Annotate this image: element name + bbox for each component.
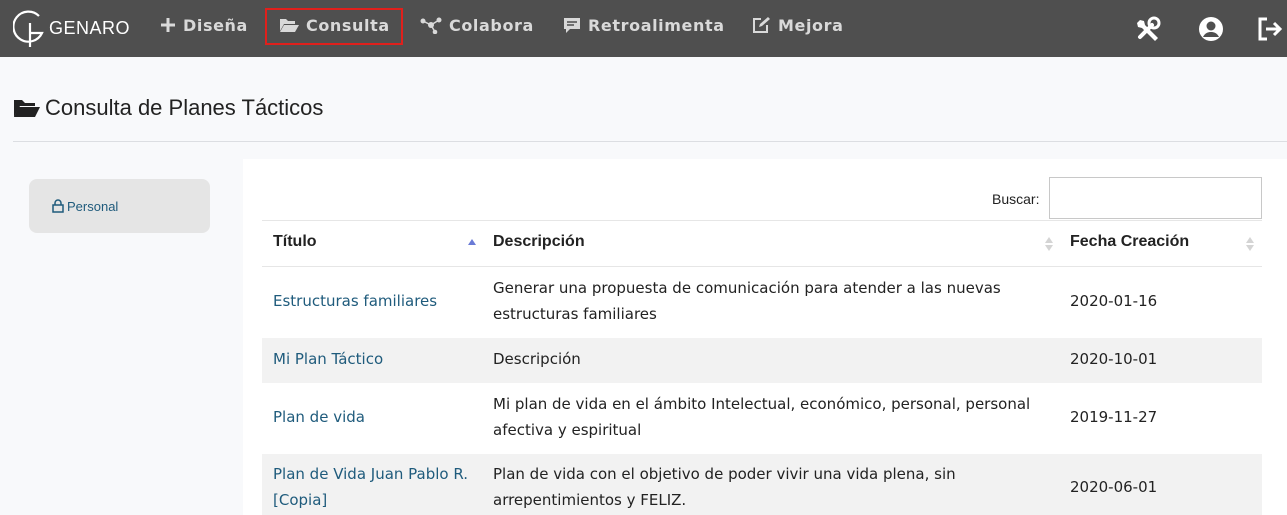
nav-colabora[interactable]: Colabora: [420, 12, 534, 38]
folder-open-icon: [14, 100, 40, 117]
table-row: Mi Plan Táctico Descripción 2020-10-01: [262, 338, 1262, 383]
row-description: estructuras familiares: [493, 305, 657, 323]
row-title-link[interactable]: Mi Plan Táctico: [273, 346, 383, 372]
brand-logo[interactable]: GENARO: [13, 8, 130, 48]
sort-both-icon[interactable]: [1245, 235, 1255, 253]
table-header: Título Descripción Fecha Creación: [262, 220, 1262, 267]
comment-icon: [564, 17, 580, 33]
column-header-descripcion[interactable]: Descripción: [493, 233, 585, 251]
edit-icon: [753, 17, 770, 33]
row-title-link[interactable]: Estructuras familiares: [273, 288, 437, 314]
column-header-titulo[interactable]: Título: [273, 233, 317, 251]
sidebar-item-personal[interactable]: Personal: [29, 179, 210, 233]
tools-icon: [1137, 16, 1161, 41]
genaro-logo-icon: [13, 10, 44, 47]
page-title-text: Consulta de Planes Tácticos: [45, 95, 324, 120]
column-header-fecha[interactable]: Fecha Creación: [1070, 233, 1189, 251]
profile-button[interactable]: [1197, 15, 1225, 43]
top-navbar: GENARO Diseña Consulta Colabora Retroali…: [0, 0, 1287, 57]
table-row: Plan de vida Mi plan de vida en el ámbit…: [262, 383, 1262, 454]
row-title-link[interactable]: Plan de Vida Juan Pablo R.: [273, 461, 468, 487]
row-date: 2020-01-16: [1070, 292, 1158, 310]
table-row: Estructuras familiares Generar una propu…: [262, 267, 1262, 338]
title-divider: [13, 141, 1287, 142]
row-date: 2020-10-01: [1070, 350, 1158, 368]
search-label: Buscar:: [992, 191, 1040, 207]
nav-active-highlight: [265, 8, 403, 45]
row-description: afectiva y espiritual: [493, 421, 642, 439]
row-description: arrepentimientos y FELIZ.: [493, 491, 687, 509]
row-date: 2020-06-01: [1070, 478, 1158, 496]
nav-colabora-label: Colabora: [449, 15, 534, 35]
row-title-link[interactable]: Plan de vida: [273, 404, 365, 430]
search-input[interactable]: [1049, 177, 1262, 219]
user-circle-icon: [1199, 17, 1223, 41]
share-nodes-icon: [420, 17, 442, 34]
lock-icon: [52, 199, 64, 213]
plus-icon: [161, 18, 175, 32]
row-date: 2019-11-27: [1070, 408, 1158, 426]
nav-mejora[interactable]: Mejora: [752, 12, 844, 38]
logout-button[interactable]: [1256, 15, 1284, 43]
sort-both-icon[interactable]: [1044, 235, 1054, 253]
row-description: Plan de vida con el objetivo de poder vi…: [493, 465, 956, 483]
page-title: Consulta de Planes Tácticos: [13, 94, 323, 122]
nav-disena-label: Diseña: [183, 15, 248, 35]
nav-mejora-label: Mejora: [778, 15, 844, 35]
nav-retroalimenta[interactable]: Retroalimenta: [563, 12, 725, 38]
sort-asc-icon[interactable]: [467, 235, 477, 253]
settings-button[interactable]: [1135, 15, 1163, 43]
plans-table: Título Descripción Fecha Creación Estruc…: [262, 220, 1262, 515]
row-description: Mi plan de vida en el ámbito Intelectual…: [493, 395, 1031, 413]
nav-retroalimenta-label: Retroalimenta: [588, 15, 725, 35]
table-row: Plan de Vida Juan Pablo R. [Copia] Plan …: [262, 454, 1262, 515]
row-description: Descripción: [493, 350, 581, 368]
row-title-link[interactable]: [Copia]: [273, 487, 327, 513]
nav-disena[interactable]: Diseña: [160, 12, 248, 38]
brand-name: GENARO: [49, 17, 131, 38]
logout-icon: [1258, 17, 1283, 41]
row-description: Generar una propuesta de comunicación pa…: [493, 279, 1001, 297]
sidebar-item-label: Personal: [67, 198, 119, 214]
